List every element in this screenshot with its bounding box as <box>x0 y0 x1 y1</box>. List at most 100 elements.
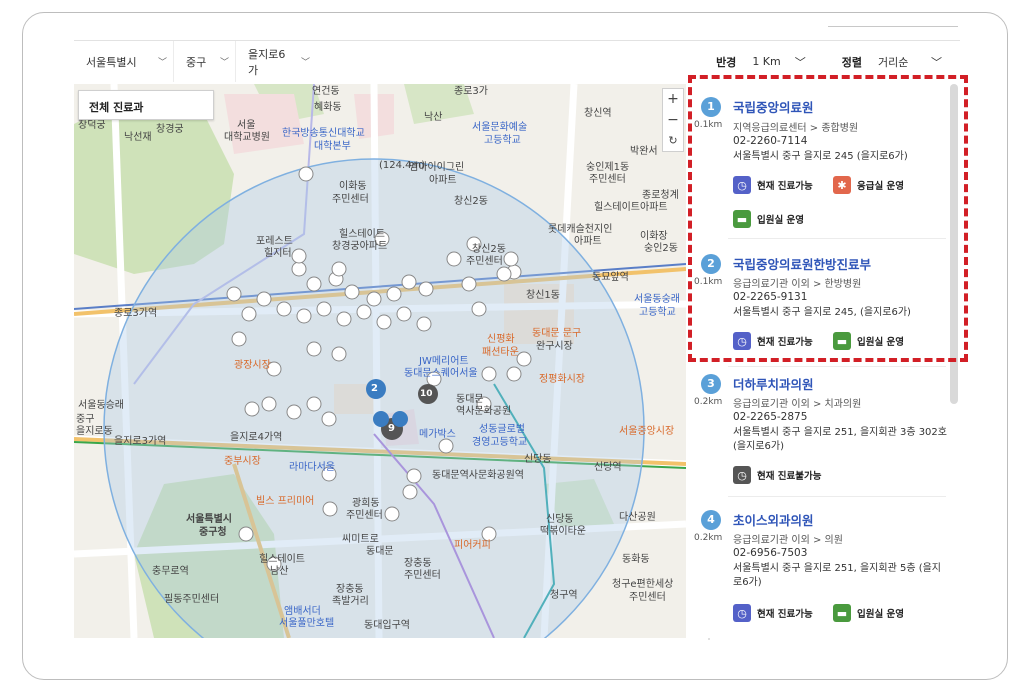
map-label: 패션타운 <box>482 347 519 358</box>
list-scrollbar[interactable] <box>950 84 958 404</box>
clock-icon: ◷ <box>733 604 751 622</box>
map-label: 청구e편한세상 <box>612 579 674 590</box>
map-label: 동대문역사문화공원역 <box>432 470 524 481</box>
item-title-link[interactable]: 국립중앙의료원한방진료부 <box>733 254 871 273</box>
badge-open-now: ◷ 현재 진료가능 <box>733 604 813 622</box>
item-phone: 02-2260-7114 <box>733 135 808 147</box>
chevron-down-icon: ﹀ <box>794 55 806 69</box>
item-distance: 0.2km <box>694 533 723 543</box>
map-label: 을지로4가역 <box>230 432 283 443</box>
map-label: 동대문 <box>366 546 394 557</box>
map-label: 주민센터 <box>466 256 503 267</box>
marker-number: 9 <box>388 423 395 434</box>
badge-emergency: ✱ 응급실 운영 <box>833 176 904 194</box>
chevron-down-icon: ﹀ <box>219 58 229 68</box>
map-label: 빌스 프리미어 <box>256 496 315 507</box>
badge-label: 현재 진료불가능 <box>757 471 822 482</box>
item-title-link[interactable]: 초이스외과의원 <box>733 510 814 529</box>
item-phone: 02-2265-9131 <box>733 291 808 303</box>
map-label: 광장시장 <box>234 360 271 371</box>
bed-icon: ▬ <box>833 332 851 350</box>
clock-icon: ◷ <box>733 176 751 194</box>
dong-select[interactable]: 을지로6가 ﹀ <box>236 41 316 82</box>
city-select[interactable]: 서울특별시 ﹀ <box>74 41 174 82</box>
map-label: 주민센터 <box>629 592 666 603</box>
map-label: 광희동 <box>352 498 380 509</box>
map-label: 주민센터 <box>589 174 626 185</box>
zoom-out-button[interactable]: − <box>667 112 679 128</box>
item-category: 응급의료기관 이외 > 의원 <box>733 535 843 546</box>
sort-select[interactable]: 거리순 ﹀ <box>870 49 950 75</box>
map-label: 정평화시장 <box>539 374 585 385</box>
map-label: 앰배서더 <box>284 606 321 617</box>
map-label: 중부시장 <box>224 456 261 467</box>
map-label: 아파트 <box>574 236 602 247</box>
map-label: 혜화동 <box>314 102 342 113</box>
map-label: 경영고등학교 <box>472 437 528 448</box>
map-label: 종로청계 <box>642 190 679 201</box>
map-label: 창경궁아파트 <box>332 241 388 252</box>
badge-open-now: ◷ 현재 진료가능 <box>733 176 813 194</box>
item-phone: 02-2265-2875 <box>733 411 808 423</box>
district-select-value: 중구 <box>186 55 207 69</box>
zoom-controls: + − ↻ <box>662 88 684 152</box>
map-label: 대학교병원 <box>224 132 270 143</box>
map-label: 피어커피 <box>454 540 491 551</box>
map-label: 서울특별시 <box>186 514 232 525</box>
map-label: 완구시장 <box>536 341 573 352</box>
item-distance: 0.2km <box>694 397 723 407</box>
map-label: 중구 <box>76 414 95 425</box>
map-label: 아파트 <box>429 175 457 186</box>
item-number-badge: 3 <box>701 374 721 394</box>
radius-select[interactable]: 1 Km ﹀ <box>744 49 813 75</box>
map-label: 메가박스 <box>419 429 456 440</box>
map-label: 낙선재 <box>124 132 152 143</box>
item-distance: 0.1km <box>694 120 723 130</box>
item-number-badge: 1 <box>701 97 721 117</box>
map-view[interactable]: 2 9 10 혜화동 연건동 한국방송통신대학교 대학본부 서울 대학교병원 창… <box>74 84 686 638</box>
map-label: 힐스테이트 <box>339 229 385 240</box>
map-label: 주민센터 <box>332 194 369 205</box>
badge-open-now: ◷ 현재 진료가능 <box>733 332 813 350</box>
badge-label: 입원실 운영 <box>757 215 805 226</box>
map-label: 힐지터 <box>264 248 292 259</box>
map-label: 서울중앙시장 <box>619 426 675 437</box>
chevron-down-icon: ﹀ <box>931 55 942 69</box>
item-title-link[interactable]: 더하루치과의원 <box>733 374 814 393</box>
map-label: 다산공원 <box>619 512 656 523</box>
map-label: 창덕궁 <box>78 120 106 131</box>
hospital-list: 1 0.1km 국립중앙의료원 지역응급의료센터 > 종합병원 02-2260-… <box>688 84 960 638</box>
item-title-link[interactable]: 국립중앙의료원 <box>733 97 814 116</box>
badge-label: 현재 진료가능 <box>757 609 813 620</box>
map-label: 동대문 <box>456 394 484 405</box>
item-distance: 0.1km <box>694 277 723 287</box>
zoom-in-button[interactable]: + <box>667 91 679 107</box>
map-label: 고등학교 <box>484 135 521 146</box>
item-address: 서울특별시 중구 을지로 251, 을지회관 5층 (을지로6가) <box>733 563 942 588</box>
item-number-badge: 4 <box>701 510 721 530</box>
map-label: 라마다서울 <box>289 462 335 473</box>
department-filter-button[interactable]: 전체 진료과 <box>78 90 214 120</box>
badge-inpatient: ▬ 입원실 운영 <box>733 210 804 228</box>
reset-view-button[interactable]: ↻ <box>668 133 677 149</box>
item-category: 지역응급의료센터 > 종합병원 <box>733 123 859 134</box>
badge-inpatient: ▬ 입원실 운영 <box>833 332 904 350</box>
badge-label: 현재 진료가능 <box>757 337 813 348</box>
map-label: 중구청 <box>199 527 227 538</box>
map-label: 충무로역 <box>152 566 189 577</box>
district-select[interactable]: 중구 ﹀ <box>174 41 236 82</box>
map-label: 장충동 <box>404 558 432 569</box>
bed-icon: ▬ <box>833 604 851 622</box>
map-label: 창신1동 <box>526 290 560 301</box>
map-label: 동대문 문구 <box>532 328 582 339</box>
clock-icon: ◷ <box>733 466 751 484</box>
map-label: 서울문화예술 <box>472 122 528 133</box>
marker-number: 2 <box>371 383 378 394</box>
map-label: 남산 <box>270 566 289 577</box>
siren-icon: ✱ <box>833 176 851 194</box>
map-label: 포레스트 <box>256 236 293 247</box>
sort-label: 정렬 <box>841 55 862 69</box>
map-label: 힐스테이트 <box>259 554 305 565</box>
map-label: 필동주민센터 <box>164 594 220 605</box>
map-label: 종로3가 <box>454 86 488 97</box>
